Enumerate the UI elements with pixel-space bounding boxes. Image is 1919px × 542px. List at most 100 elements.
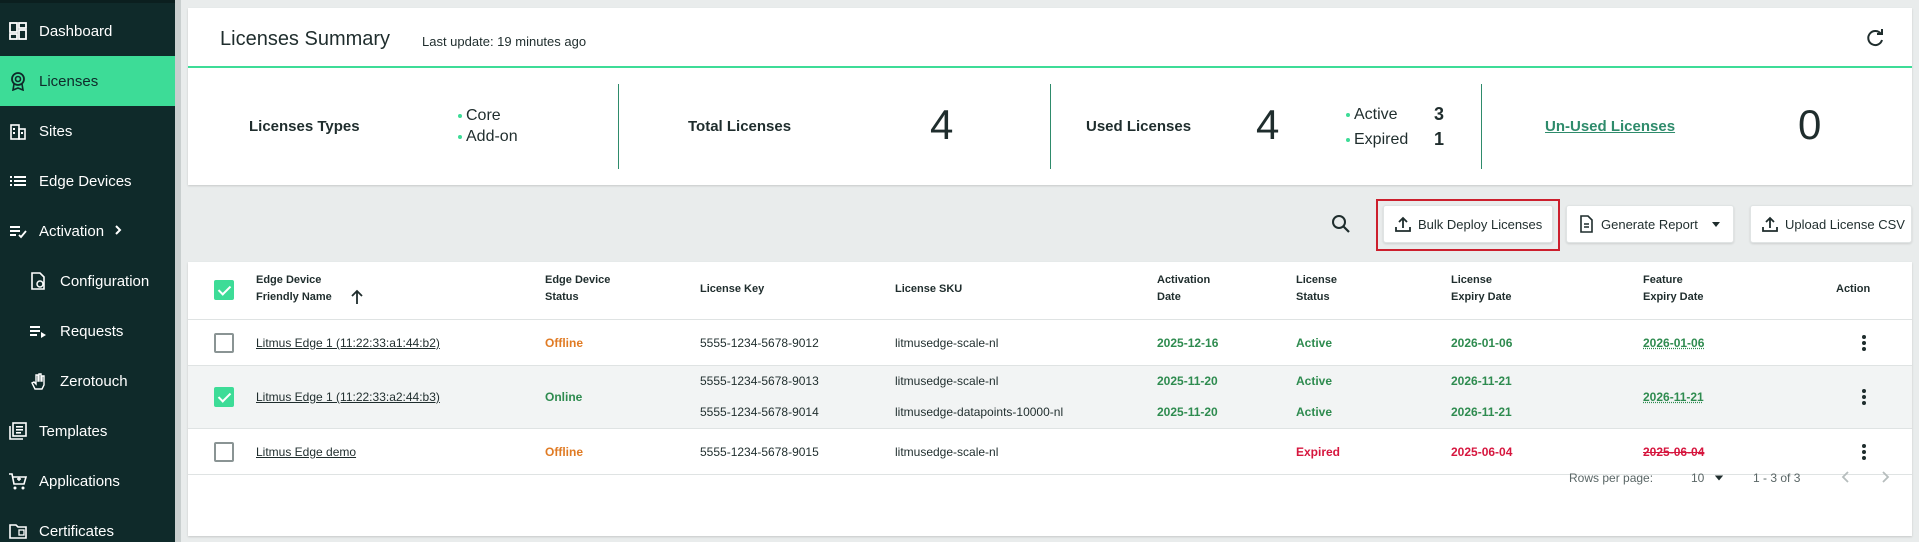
- pagination-range: 1 - 3 of 3: [1753, 471, 1801, 485]
- column-header-license-status[interactable]: License Status: [1296, 272, 1337, 306]
- search-icon[interactable]: [1330, 213, 1352, 235]
- activation-date: 2025-11-20: [1157, 405, 1218, 419]
- used-licenses-label: Used Licenses: [1086, 118, 1192, 135]
- chevron-right-icon[interactable]: [1878, 470, 1892, 484]
- divider: [1050, 84, 1051, 169]
- column-header-status-line1: Edge Device: [545, 274, 611, 286]
- sidebar: Dashboard Licenses Sites Edge Devices Ac…: [0, 0, 175, 542]
- unused-licenses-value: 0: [1798, 101, 1822, 148]
- active-count-value: 3: [1434, 104, 1445, 124]
- row-checkbox[interactable]: [214, 333, 234, 353]
- licenses-types-label: Licenses Types: [249, 118, 360, 135]
- generate-report-label: Generate Report: [1601, 216, 1698, 232]
- divider: [1481, 84, 1482, 169]
- license-type-addon-text: Add-on: [466, 128, 518, 145]
- column-header-expiry-line1: License: [1451, 274, 1492, 286]
- checklist-icon: [8, 221, 28, 241]
- sidebar-item-certificates[interactable]: Certificates: [0, 506, 175, 542]
- sidebar-item-activation[interactable]: Activation: [0, 206, 175, 256]
- feature-expiry-date: 2025-06-04: [1643, 445, 1705, 459]
- license-key: 5555-1234-5678-9015: [700, 445, 819, 459]
- column-header-license-key[interactable]: License Key: [700, 281, 764, 298]
- sidebar-item-applications[interactable]: Applications: [0, 456, 175, 506]
- refresh-icon[interactable]: [1864, 28, 1886, 50]
- sidebar-item-zerotouch[interactable]: Zerotouch: [0, 356, 175, 406]
- sidebar-item-dashboard[interactable]: Dashboard: [0, 6, 175, 56]
- generate-report-button[interactable]: Generate Report: [1566, 205, 1734, 243]
- sidebar-item-label: Zerotouch: [60, 372, 128, 390]
- row-checkbox[interactable]: [214, 387, 234, 407]
- templates-icon: [8, 421, 28, 441]
- column-header-lstatus-line2: Status: [1296, 291, 1330, 303]
- active-count-label: Active: [1346, 106, 1398, 124]
- sidebar-item-label: Licenses: [39, 72, 99, 90]
- certificate-folder-icon: [8, 521, 28, 541]
- total-licenses-value: 4: [930, 101, 954, 148]
- column-header-status-line2: Status: [545, 291, 579, 303]
- more-actions-icon[interactable]: [1861, 387, 1867, 407]
- sidebar-item-configuration[interactable]: Configuration: [0, 256, 175, 306]
- rows-per-page-value: 10: [1691, 471, 1705, 485]
- sidebar-item-licenses[interactable]: Licenses: [0, 56, 175, 106]
- sidebar-item-templates[interactable]: Templates: [0, 406, 175, 456]
- highlight-box: [1376, 199, 1560, 251]
- row-checkbox[interactable]: [214, 442, 234, 462]
- column-header-license-sku[interactable]: License SKU: [895, 281, 962, 298]
- rows-per-page-label: Rows per page:: [1569, 471, 1654, 485]
- device-name-link[interactable]: Litmus Edge 1 (11:22:33:a2:44:b3): [256, 390, 440, 404]
- license-sku: litmusedge-scale-nl: [895, 374, 999, 388]
- requests-list-icon: [28, 321, 48, 341]
- column-header-expiry-line2: Expiry Date: [1451, 291, 1512, 303]
- sidebar-item-sites[interactable]: Sites: [0, 106, 175, 156]
- activation-date: 2025-11-20: [1157, 374, 1218, 388]
- license-expiry-date: 2026-11-21: [1451, 374, 1512, 388]
- column-header-device[interactable]: Edge Device Friendly Name: [256, 272, 332, 306]
- list-icon: [8, 171, 28, 191]
- table-pagination: Rows per page: 10 1 - 3 of 3: [188, 471, 1912, 536]
- sort-arrow-up-icon[interactable]: [349, 289, 365, 305]
- license-badge-icon: [8, 71, 28, 91]
- unused-licenses-link[interactable]: Un-Used Licenses: [1545, 118, 1675, 135]
- hand-touch-icon: [28, 371, 48, 391]
- active-label-text: Active: [1354, 106, 1398, 123]
- select-all-checkbox[interactable]: [214, 280, 234, 300]
- table-row[interactable]: Litmus Edge demo Offline 5555-1234-5678-…: [188, 429, 1912, 475]
- column-header-action: Action: [1836, 283, 1871, 295]
- chevron-left-icon[interactable]: [1839, 470, 1853, 484]
- more-actions-icon[interactable]: [1861, 333, 1867, 353]
- column-header-license-expiry[interactable]: License Expiry Date: [1451, 272, 1512, 306]
- license-expiry-date: 2025-06-04: [1451, 445, 1513, 459]
- chevron-right-icon: [112, 223, 124, 240]
- column-header-feature-expiry[interactable]: Feature Expiry Date: [1643, 272, 1704, 306]
- feature-expiry-date: 2026-11-21: [1643, 390, 1704, 404]
- caret-down-icon: [1715, 475, 1724, 481]
- total-licenses-label: Total Licenses: [688, 118, 792, 135]
- license-key: 5555-1234-5678-9013: [700, 374, 819, 388]
- divider: [618, 84, 619, 169]
- table-row[interactable]: Litmus Edge 1 (11:22:33:a1:44:b2) Offlin…: [188, 320, 1912, 366]
- summary-header: Licenses Summary Last update: 19 minutes…: [188, 8, 1912, 68]
- upload-csv-label: Upload License CSV: [1785, 216, 1905, 232]
- table-row[interactable]: Litmus Edge 1 (11:22:33:a2:44:b3) Online…: [188, 366, 1912, 429]
- more-actions-icon[interactable]: [1861, 442, 1867, 462]
- rows-per-page-select[interactable]: 10: [1691, 471, 1724, 485]
- licenses-summary-card: Licenses Summary Last update: 19 minutes…: [188, 8, 1912, 185]
- sidebar-item-edge-devices[interactable]: Edge Devices: [0, 156, 175, 206]
- sidebar-item-label: Dashboard: [39, 22, 113, 40]
- device-name-link[interactable]: Litmus Edge demo: [256, 445, 356, 459]
- caret-down-icon: [1711, 222, 1720, 227]
- license-sku: litmusedge-scale-nl: [895, 336, 999, 350]
- column-header-device-line1: Edge Device: [256, 274, 322, 286]
- column-header-activation-date[interactable]: Activation Date: [1157, 272, 1210, 306]
- feature-expiry-date: 2026-01-06: [1643, 336, 1705, 350]
- column-header-device-status[interactable]: Edge Device Status: [545, 272, 610, 306]
- column-header-activation-line1: Activation: [1157, 274, 1211, 286]
- device-name-link[interactable]: Litmus Edge 1 (11:22:33:a1:44:b2): [256, 336, 440, 350]
- sidebar-item-label: Certificates: [39, 522, 115, 540]
- upload-license-csv-button[interactable]: Upload License CSV: [1750, 205, 1912, 243]
- column-header-device-line2: Friendly Name: [256, 291, 332, 303]
- sidebar-item-requests[interactable]: Requests: [0, 306, 175, 356]
- license-type-addon: Add-on: [458, 128, 518, 146]
- license-key: 5555-1234-5678-9014: [700, 405, 819, 419]
- column-header-activation-line2: Date: [1157, 291, 1181, 303]
